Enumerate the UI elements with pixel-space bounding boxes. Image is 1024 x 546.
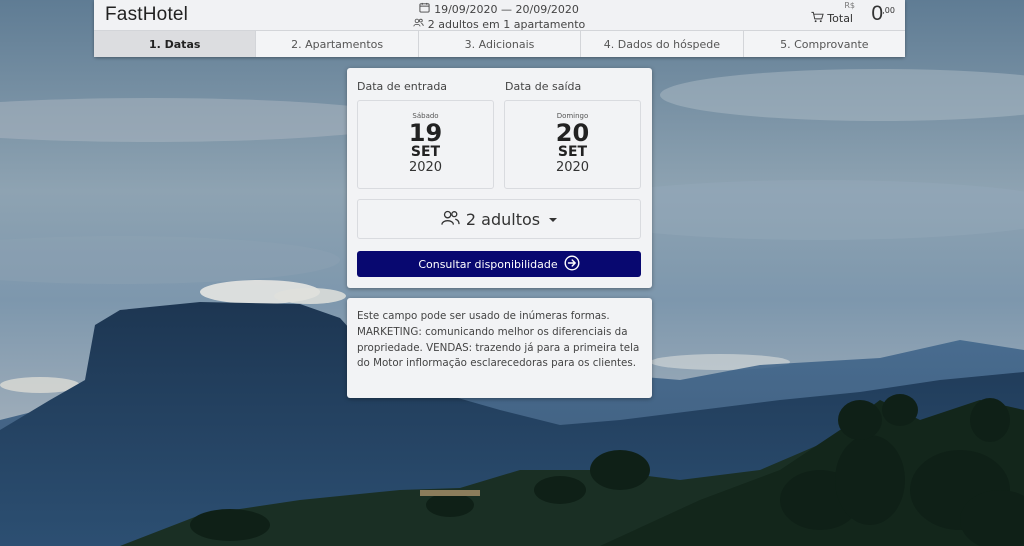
total-value: 0 <box>871 2 883 25</box>
tab-datas[interactable]: 1. Datas <box>94 31 257 57</box>
cart-icon <box>811 11 824 26</box>
checkin-day: 19 <box>408 119 443 147</box>
tab-adicionais[interactable]: 3. Adicionais <box>418 31 582 57</box>
checkin-date-picker[interactable]: Sábado 19 SET 2020 <box>357 100 494 189</box>
calendar-icon <box>419 2 430 17</box>
consult-button-label: Consultar disponibilidade <box>418 257 558 271</box>
brand-logo-text[interactable]: FastHotel <box>105 4 188 26</box>
checkout-year: 2020 <box>555 160 590 175</box>
users-icon <box>441 209 460 230</box>
top-header: FastHotel 19/09/2020 — 20/09/2020 2 adul… <box>94 0 906 57</box>
checkin-label: Data de entrada <box>357 80 448 93</box>
checkout-label: Data de saída <box>505 80 582 93</box>
currency-symbol: R$ <box>844 1 855 10</box>
tab-apartamentos[interactable]: 2. Apartamentos <box>256 31 419 57</box>
guests-label: 2 adultos <box>465 209 541 229</box>
booking-summary: 19/09/2020 — 20/09/2020 2 adultos em 1 a… <box>394 2 604 32</box>
arrow-circle-right-icon <box>564 254 580 274</box>
caret-down-icon <box>549 218 558 222</box>
info-text: Este campo pode ser usado de inúmeras fo… <box>357 310 640 370</box>
checkout-date-picker[interactable]: Domingo 20 SET 2020 <box>504 100 641 189</box>
total-cents: ,00 <box>882 6 895 15</box>
summary-date-range: 19/09/2020 — 20/09/2020 <box>434 2 579 16</box>
checkout-day: 20 <box>555 119 590 147</box>
info-card: Este campo pode ser usado de inúmeras fo… <box>347 298 652 398</box>
guests-dropdown[interactable]: 2 adultos <box>357 199 641 239</box>
consult-availability-button[interactable]: Consultar disponibilidade <box>357 251 641 277</box>
booking-card: Data de entrada Data de saída Sábado 19 … <box>347 68 652 288</box>
step-tabs: 1. Datas 2. Apartamentos 3. Adicionais 4… <box>94 30 906 57</box>
checkout-month: SET <box>557 144 588 160</box>
tab-comprovante[interactable]: 5. Comprovante <box>743 31 906 57</box>
checkin-year: 2020 <box>408 160 443 175</box>
checkin-month: SET <box>410 144 441 160</box>
tab-dados-do-hospede[interactable]: 4. Dados do hóspede <box>581 31 744 57</box>
total-label: Total <box>827 12 853 25</box>
